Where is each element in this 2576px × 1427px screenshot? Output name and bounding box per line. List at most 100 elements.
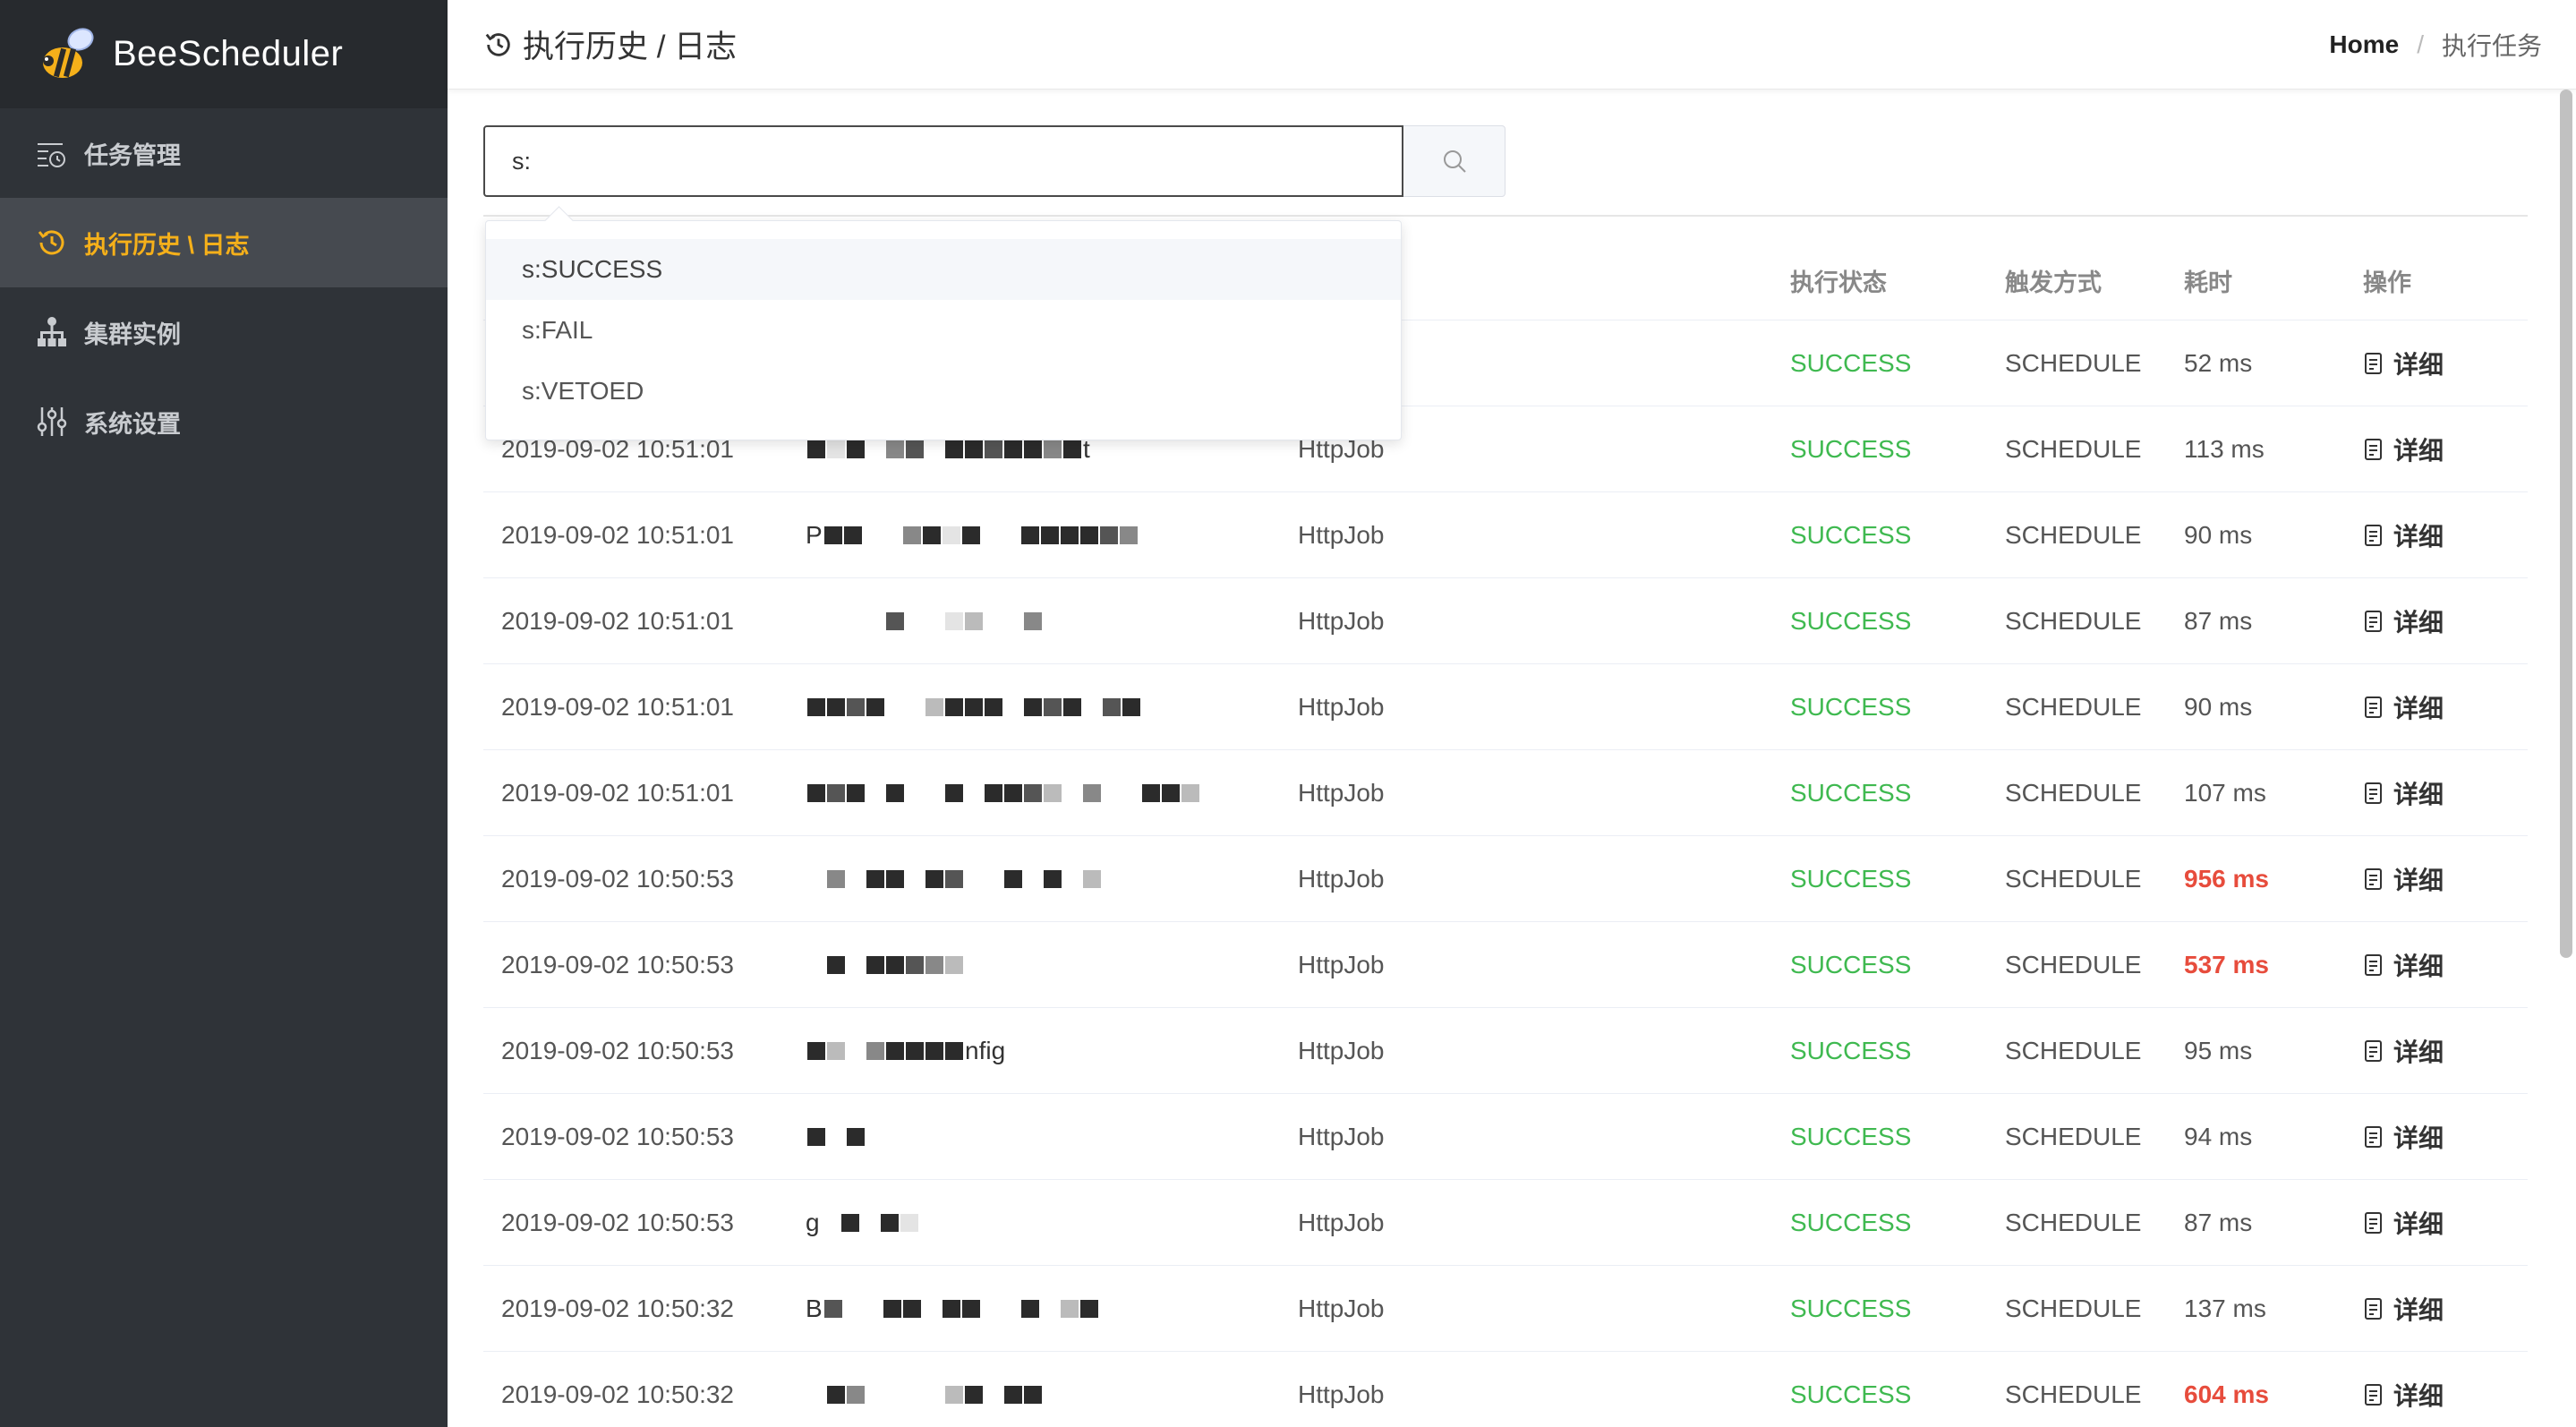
table-row[interactable]: 2019-09-02 10:50:32 B HttpJob SUCCESS SCHEDU… [483,1266,2528,1352]
redacted-job-name [807,1385,1044,1404]
cell-trigger: SCHEDULE [2005,778,2142,807]
table-row[interactable]: 2019-09-02 10:50:32 HttpJob SUCCESS SCHEDUL… [483,1352,2528,1427]
cell-cost: 956 ms [2184,864,2269,893]
cell-cost: 95 ms [2184,1036,2253,1064]
detail-link[interactable]: 详细 [2363,1377,2444,1413]
detail-link[interactable]: 详细 [2363,1205,2444,1241]
detail-link[interactable]: 详细 [2363,947,2444,983]
task-list-icon [38,143,65,167]
cell-trigger: SCHEDULE [2005,520,2142,549]
suggestion-item[interactable]: s:VETOED [486,361,1401,422]
table-row[interactable]: 2019-09-02 10:50:53 nfig HttpJob SUCCESS SCH… [483,1008,2528,1094]
detail-link[interactable]: 详细 [2363,603,2444,639]
cell-trigger: SCHEDULE [2005,434,2142,463]
redacted-job-name [807,1041,965,1060]
cell-op: 详细 [2345,1205,2528,1241]
table-row[interactable]: 2019-09-02 10:50:53 HttpJob SUCCESS SCHEDUL… [483,1094,2528,1180]
detail-link[interactable]: 详细 [2363,517,2444,553]
cell-op: 详细 [2345,689,2528,725]
cell-op: 详细 [2345,432,2528,467]
brand[interactable]: BeeScheduler [0,0,448,108]
table-row[interactable]: 2019-09-02 10:50:53 HttpJob SUCCESS SCHEDUL… [483,836,2528,922]
cell-job-type: HttpJob [1298,1380,1385,1408]
cell-cost: 604 ms [2184,1380,2269,1408]
detail-link[interactable]: 详细 [2363,775,2444,811]
redacted-job-name [822,1213,920,1232]
sidebar-item-cluster[interactable]: 集群实例 [0,287,448,377]
scrollbar-thumb[interactable] [2560,90,2572,958]
scrollbar[interactable] [2560,90,2572,1427]
table-row[interactable]: 2019-09-02 10:51:01 HttpJob SUCCESS SCHEDUL… [483,750,2528,836]
page-title: 执行历史 / 日志 [483,21,737,67]
history-icon [485,32,510,56]
bee-logo-icon [43,27,94,78]
detail-label: 详细 [2393,1124,2444,1152]
redacted-job-name [807,697,1142,716]
redacted-job-name [807,783,1201,802]
redacted-job-name [807,869,1103,888]
cell-job-name [788,578,1280,663]
redacted-job-name [807,955,965,974]
cell-cost: 113 ms [2184,434,2265,463]
table-row[interactable]: 2019-09-02 10:51:01 P HttpJob SUCCESS SCHEDU… [483,492,2528,578]
detail-link[interactable]: 详细 [2363,861,2444,897]
detail-link[interactable]: 详细 [2363,432,2444,467]
document-icon [2365,1297,2382,1320]
detail-link[interactable]: 详细 [2363,346,2444,381]
cell-job-type: HttpJob [1298,1122,1385,1150]
sidebar-item-label: 执行历史 \ 日志 [84,231,250,259]
sidebar-item-tasks[interactable]: 任务管理 [0,108,448,198]
job-name-prefix: B [806,1294,823,1322]
document-icon [2365,696,2382,718]
redacted-job-name [807,440,1083,458]
table-row[interactable]: 2019-09-02 10:50:53 g HttpJob SUCCESS SCHEDU… [483,1180,2528,1266]
suggestion-item[interactable]: s:SUCCESS [486,239,1401,300]
search-input[interactable] [483,125,1403,197]
col-status-header: 执行状态 [1790,269,1887,296]
table-row[interactable]: 2019-09-02 10:51:01 HttpJob SUCCESS SCHEDUL… [483,578,2528,664]
detail-label: 详细 [2393,952,2444,980]
breadcrumb-current: 执行任务 [2441,31,2542,60]
cell-job-name: nfig [788,1008,1280,1093]
table-row[interactable]: 2019-09-02 10:50:53 HttpJob SUCCESS SCHEDUL… [483,922,2528,1008]
detail-label: 详细 [2393,694,2444,722]
redacted-job-name [823,1299,1100,1318]
cell-status: SUCCESS [1790,434,1912,463]
suggestion-dropdown: s:SUCCESS s:FAIL s:VETOED [485,220,1402,440]
detail-link[interactable]: 详细 [2363,1033,2444,1069]
page-title-text: 执行历史 / 日志 [523,30,738,64]
cell-job-name [788,664,1280,749]
search-button[interactable] [1403,125,1506,197]
cell-cost: 87 ms [2184,606,2253,635]
document-icon [2365,1211,2382,1234]
detail-link[interactable]: 详细 [2363,689,2444,725]
app-root: BeeScheduler 任务管理 执行历史 \ 日志 集群实例 系统设置 执行… [0,0,2576,1427]
detail-link[interactable]: 详细 [2363,1119,2444,1155]
cell-status: SUCCESS [1790,520,1912,549]
document-icon [2365,438,2382,460]
sidebar-item-settings[interactable]: 系统设置 [0,377,448,466]
cell-time: 2019-09-02 10:50:53 [501,950,734,978]
cell-time: 2019-09-02 10:50:53 [501,1208,734,1236]
detail-label: 详细 [2393,780,2444,808]
cell-op: 详细 [2345,603,2528,639]
detail-label: 详细 [2393,436,2444,465]
search-bar [483,125,1506,197]
document-icon [2365,1383,2382,1406]
cell-time: 2019-09-02 10:50:53 [501,1122,734,1150]
table-row[interactable]: 2019-09-02 10:51:01 HttpJob SUCCESS SCHEDUL… [483,664,2528,750]
cell-status: SUCCESS [1790,348,1912,377]
detail-link[interactable]: 详细 [2363,1291,2444,1327]
suggestion-item[interactable]: s:FAIL [486,300,1401,361]
cell-cost: 94 ms [2184,1122,2253,1150]
search-icon [1443,150,1466,173]
cell-trigger: SCHEDULE [2005,1294,2142,1322]
cell-status: SUCCESS [1790,1122,1912,1150]
cell-trigger: SCHEDULE [2005,1122,2142,1150]
cell-cost: 90 ms [2184,520,2253,549]
cell-status: SUCCESS [1790,692,1912,721]
cell-cost: 537 ms [2184,950,2269,978]
sidebar-item-history[interactable]: 执行历史 \ 日志 [0,198,448,287]
breadcrumb-home[interactable]: Home [2329,30,2399,59]
cell-job-name: g [788,1180,1280,1265]
